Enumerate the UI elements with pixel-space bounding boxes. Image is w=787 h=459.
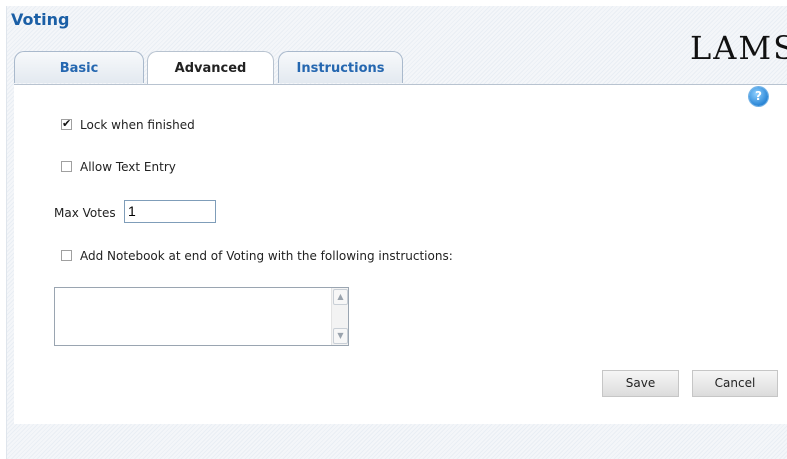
cancel-button[interactable]: Cancel (692, 370, 778, 397)
textarea-scrollbar[interactable]: ▲ ▼ (331, 288, 348, 345)
save-button[interactable]: Save (602, 370, 679, 397)
tab-basic[interactable]: Basic (14, 51, 144, 83)
allow-text-entry-checkbox[interactable] (61, 161, 72, 172)
add-notebook-checkbox[interactable] (61, 250, 72, 261)
allow-text-entry-label: Allow Text Entry (80, 160, 176, 174)
tab-instructions[interactable]: Instructions (278, 51, 403, 83)
page-title: Voting (11, 10, 70, 29)
scroll-up-icon[interactable]: ▲ (333, 289, 348, 305)
lock-when-finished-checkbox[interactable] (61, 116, 72, 132)
add-notebook-label: Add Notebook at end of Voting with the f… (80, 249, 453, 263)
max-votes-input[interactable]: 1 (124, 200, 216, 223)
lams-logo: LAMS (690, 30, 787, 66)
tab-advanced[interactable]: Advanced (147, 51, 274, 85)
max-votes-label: Max Votes (54, 206, 116, 220)
scroll-down-icon[interactable]: ▼ (333, 328, 348, 344)
notebook-instructions-textarea[interactable]: ▲ ▼ (54, 287, 349, 346)
lock-when-finished-label: Lock when finished (80, 118, 195, 132)
help-icon[interactable]: ? (749, 87, 768, 106)
